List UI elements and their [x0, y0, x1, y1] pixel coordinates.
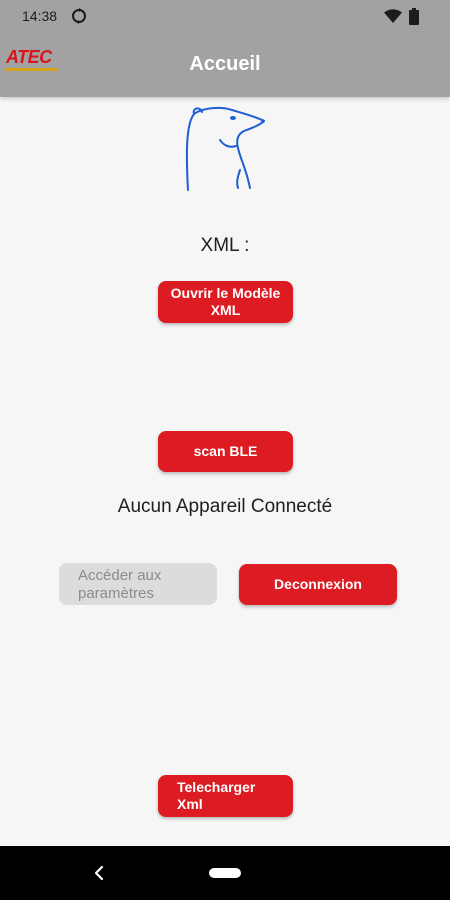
status-bar: 14:38: [0, 0, 450, 33]
connection-status-text: Aucun Appareil Connecté: [117, 496, 333, 517]
app-bar: ATEC Accueil: [0, 33, 450, 97]
open-xml-model-button[interactable]: Ouvrir le Modèle XML: [158, 281, 293, 323]
back-icon[interactable]: [92, 865, 106, 881]
screen: 14:38 ATEC Accueil XML: Ouvrir le Modèl…: [0, 0, 450, 900]
xml-label: XML :: [200, 235, 250, 256]
wifi-icon: [384, 9, 402, 23]
home-pill[interactable]: [209, 868, 241, 878]
settings-button[interactable]: Accéder aux paramètres: [59, 563, 217, 605]
disconnect-button[interactable]: Deconnexion: [239, 564, 397, 605]
meerkat-mascot-icon: [185, 106, 265, 191]
scan-ble-button[interactable]: scan BLE: [158, 431, 293, 472]
page-title: Accueil: [189, 53, 261, 75]
battery-icon: [409, 8, 419, 25]
status-time: 14:38: [22, 8, 58, 24]
system-nav-bar: [0, 846, 450, 900]
download-xml-button[interactable]: Telecharger Xml: [158, 775, 293, 817]
sync-icon: [72, 8, 86, 24]
